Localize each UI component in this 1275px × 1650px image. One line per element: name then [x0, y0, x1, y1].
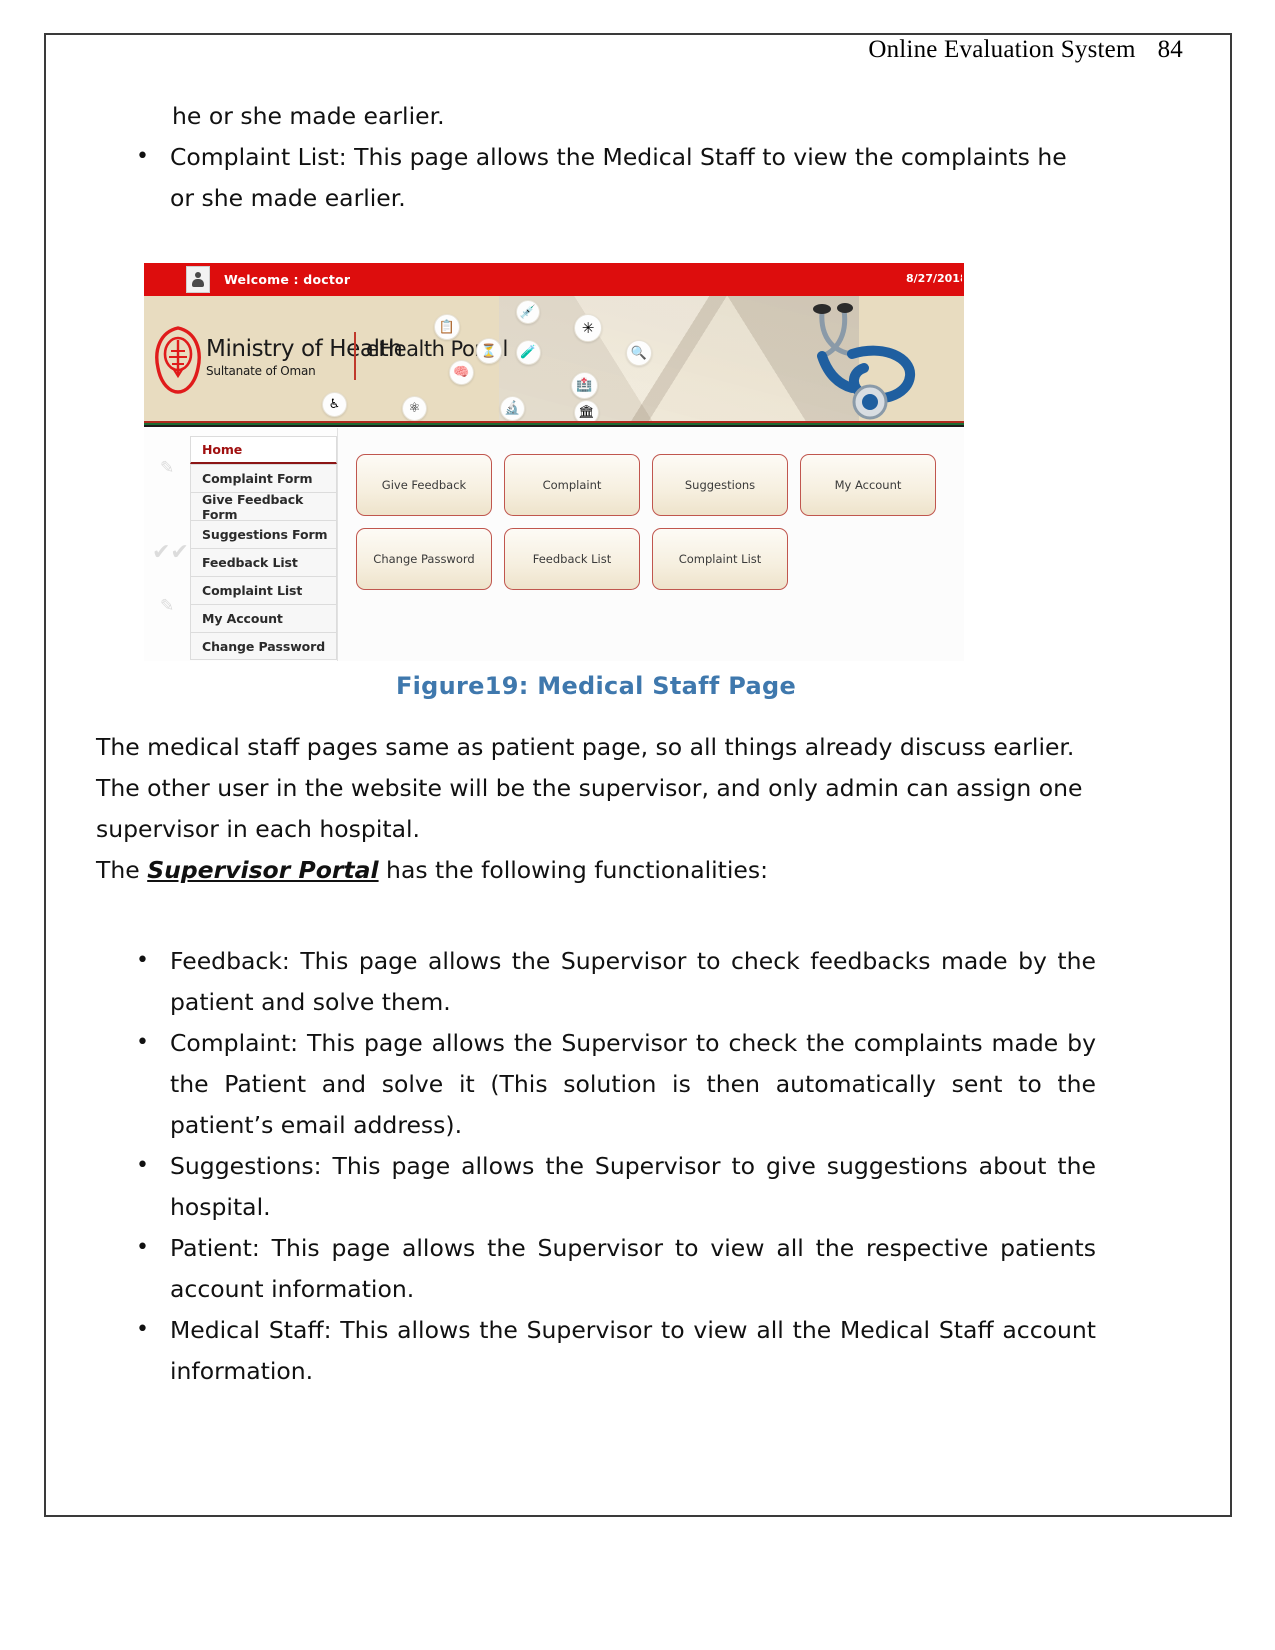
moh-oman-khanjar-logo: [155, 326, 201, 394]
sidebar-item-label: Give Feedback Form: [202, 491, 304, 522]
supervisor-bullet-list: Feedback: This page allows the Superviso…: [96, 940, 1096, 1392]
tile-row-1: Give Feedback Complaint Suggestions My A…: [356, 454, 964, 516]
sidebar-item-suggestions-form[interactable]: Suggestions Form: [190, 520, 337, 548]
document-body-lower: The medical staff pages same as patient …: [96, 727, 1096, 1392]
header-title: Online Evaluation System: [868, 36, 1136, 63]
timestamp-label: 8/27/2018 2: [906, 272, 962, 285]
tile-change-password[interactable]: Change Password: [356, 528, 492, 590]
list-item: Patient: This page allows the Supervisor…: [96, 1227, 1096, 1310]
sidebar-item-label: Change Password: [202, 638, 326, 654]
clipboard-icon: 📋: [434, 314, 460, 340]
sidebar-item-complaint-form[interactable]: Complaint Form: [190, 464, 337, 492]
tile-feedback-list[interactable]: Feedback List: [504, 528, 640, 590]
magnifier-icon: 🔍: [626, 340, 652, 366]
sidebar-item-label: Suggestions Form: [202, 527, 328, 542]
tile-label: Feedback List: [532, 552, 612, 566]
sidebar-item-label: Complaint Form: [202, 471, 313, 486]
app-sidebar: ✎ ✔✔ ✎ Home Complaint Form Give Feedback…: [144, 428, 338, 661]
sidebar-item-give-feedback-form[interactable]: Give Feedback Form: [190, 491, 337, 522]
app-topbar: Welcome : doctor 8/27/2018 2: [144, 263, 964, 296]
app-banner: Ministry of Health Sultanate of Oman eHe…: [144, 296, 964, 421]
list-item: Medical Staff: This allows the Superviso…: [96, 1309, 1096, 1392]
ministry-country: Sultanate of Oman: [206, 364, 316, 378]
portal-line-prefix: The: [96, 856, 148, 884]
snowflake-icon: ✳: [574, 314, 602, 342]
portal-line-emphasis: Supervisor Portal: [147, 856, 379, 884]
stethoscope-icon: [813, 303, 915, 420]
tile-my-account[interactable]: My Account: [800, 454, 936, 516]
sidebar-item-label: Feedback List: [202, 555, 298, 570]
sidebar-item-my-account[interactable]: My Account: [190, 604, 337, 632]
sidebar-item-label: Home: [202, 442, 243, 457]
app-content-area: ✎ ✔✔ ✎ Home Complaint Form Give Feedback…: [144, 428, 964, 661]
orphan-line: he or she made earlier.: [172, 102, 445, 130]
sidebar-menu: Home Complaint Form Give Feedback Form S…: [190, 436, 337, 660]
supervisor-portal-line: The Supervisor Portal has the following …: [96, 850, 1096, 891]
hospital-icon: 🏛: [574, 400, 599, 421]
document-body: he or she made earlier. Complaint List: …: [96, 96, 1096, 219]
brain-icon: 🧠: [449, 360, 474, 385]
tile-label: Suggestions: [684, 478, 756, 492]
tile-label: Complaint List: [678, 552, 762, 566]
list-item: Complaint List: This page allows the Med…: [96, 136, 1096, 219]
flask-icon: 🧪: [516, 340, 541, 365]
app-tile-grid: Give Feedback Complaint Suggestions My A…: [338, 428, 964, 661]
tile-label: My Account: [834, 478, 902, 492]
sidebar-item-label: Complaint List: [202, 583, 303, 598]
molecule-icon: ⚛: [402, 396, 427, 421]
tile-complaint-list[interactable]: Complaint List: [652, 528, 788, 590]
document-header: Online Evaluation System 84: [0, 36, 1275, 64]
list-item: Feedback: This page allows the Superviso…: [96, 940, 1096, 1023]
tile-label: Give Feedback: [381, 478, 467, 492]
sidebar-item-change-password[interactable]: Change Password: [190, 632, 337, 660]
sidebar-item-home[interactable]: Home: [190, 436, 337, 464]
hourglass-icon: ⏳: [476, 338, 502, 364]
top-bullet-list: Complaint List: This page allows the Med…: [96, 136, 1096, 219]
welcome-label: Welcome : doctor: [224, 272, 351, 287]
tile-suggestions[interactable]: Suggestions: [652, 454, 788, 516]
list-item: Complaint: This page allows the Supervis…: [96, 1022, 1096, 1146]
tile-label: Complaint: [542, 478, 602, 492]
figure-medical-staff-page: Welcome : doctor 8/27/2018 2 Ministry of…: [144, 263, 964, 661]
portal-line-suffix: has the following functionalities:: [378, 856, 769, 884]
tile-row-2: Change Password Feedback List Complaint …: [356, 528, 964, 590]
paragraph-medical-staff: The medical staff pages same as patient …: [96, 733, 1083, 843]
test-tubes-icon: 🏥: [571, 372, 598, 399]
sidebar-item-feedback-list[interactable]: Feedback List: [190, 548, 337, 576]
tile-complaint[interactable]: Complaint: [504, 454, 640, 516]
sidebar-item-label: My Account: [202, 611, 283, 626]
banner-divider: [354, 332, 356, 380]
tile-give-feedback[interactable]: Give Feedback: [356, 454, 492, 516]
tile-label: Change Password: [373, 552, 475, 566]
syringe-icon: 💉: [516, 300, 540, 324]
user-avatar-icon: [186, 266, 210, 293]
wheelchair-icon: ♿: [322, 392, 347, 417]
figure-caption: Figure19: Medical Staff Page: [395, 672, 797, 700]
list-item: Suggestions: This page allows the Superv…: [96, 1145, 1096, 1228]
banner-bottom-rule: [144, 421, 964, 428]
sidebar-item-complaint-list[interactable]: Complaint List: [190, 576, 337, 604]
page-number: 84: [1157, 36, 1183, 63]
microscope-icon: 🔬: [500, 396, 525, 421]
